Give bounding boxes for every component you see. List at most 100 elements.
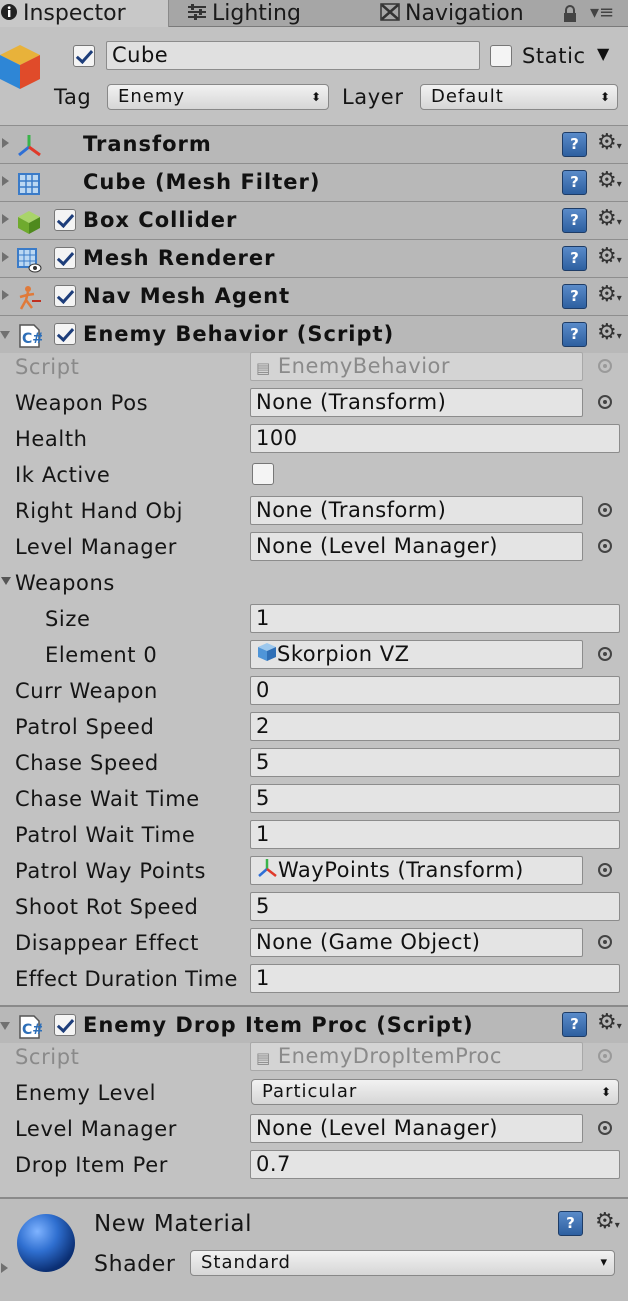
component-enemy-drop-item[interactable]: C# Enemy Drop Item Proc (Script) ? ⚙▾ <box>0 1005 628 1043</box>
patrol-way-label: Patrol Way Points <box>15 859 207 883</box>
tab-navigation-label: Navigation <box>405 1 524 26</box>
component-mesh-filter[interactable]: Cube (Mesh Filter) ? ⚙▾ <box>0 163 628 201</box>
patrol-way-value: WayPoints (Transform) <box>278 858 524 882</box>
enabled-checkbox[interactable] <box>54 209 76 231</box>
static-dropdown-icon[interactable]: ▼ <box>597 44 609 63</box>
size-field[interactable]: 1 <box>250 604 620 633</box>
foldout-arrow-icon[interactable] <box>2 176 9 186</box>
component-mesh-renderer[interactable]: Mesh Renderer ? ⚙▾ <box>0 239 628 277</box>
enemy-level-dropdown[interactable]: Particular ⬍ <box>251 1079 619 1105</box>
static-checkbox[interactable] <box>490 45 512 67</box>
enabled-checkbox[interactable] <box>54 247 76 269</box>
enabled-checkbox[interactable] <box>54 285 76 307</box>
object-picker-icon[interactable] <box>598 863 612 877</box>
gear-icon[interactable]: ⚙▾ <box>597 1012 622 1038</box>
object-name-field[interactable]: Cube <box>106 41 480 70</box>
shoot-rot-label: Shoot Rot Speed <box>15 895 199 919</box>
lock-icon[interactable] <box>563 4 577 28</box>
material-section: New Material ? ⚙▾ Shader Standard ▾ <box>0 1197 628 1301</box>
help-icon[interactable]: ? <box>562 322 587 347</box>
element0-field[interactable]: Skorpion VZ <box>250 640 583 669</box>
curr-weapon-field[interactable]: 0 <box>250 676 620 705</box>
gear-icon[interactable]: ⚙▾ <box>597 322 622 348</box>
static-label: Static <box>522 44 586 68</box>
gear-icon[interactable]: ⚙▾ <box>597 170 622 196</box>
script-icon: C# <box>16 323 44 349</box>
help-icon[interactable]: ? <box>562 208 587 233</box>
layer-dropdown[interactable]: Default ⬍ <box>420 84 618 110</box>
shader-dropdown[interactable]: Standard ▾ <box>190 1250 615 1276</box>
component-box-collider[interactable]: Box Collider ? ⚙▾ <box>0 201 628 239</box>
active-checkbox[interactable] <box>73 45 95 67</box>
foldout-arrow-icon[interactable] <box>0 331 10 339</box>
tab-lighting[interactable]: Lighting <box>187 0 301 27</box>
tag-dropdown[interactable]: Enemy ⬍ <box>107 84 329 110</box>
drop-item-label: Drop Item Per <box>15 1153 168 1177</box>
enabled-checkbox[interactable] <box>54 323 76 345</box>
object-picker-icon[interactable] <box>598 395 612 409</box>
component-nav-mesh-agent[interactable]: Nav Mesh Agent ? ⚙▾ <box>0 277 628 315</box>
object-picker-icon[interactable] <box>598 1121 612 1135</box>
object-picker-icon[interactable] <box>598 647 612 661</box>
enabled-checkbox[interactable] <box>54 1014 76 1036</box>
patrol-way-field[interactable]: WayPoints (Transform) <box>250 856 583 885</box>
help-icon[interactable]: ? <box>562 1012 587 1037</box>
weapons-foldout-icon[interactable] <box>1 577 11 585</box>
element0-label: Element 0 <box>45 643 158 667</box>
patrol-speed-field[interactable]: 2 <box>250 712 620 741</box>
object-picker-icon[interactable] <box>598 539 612 553</box>
object-picker-icon[interactable] <box>598 935 612 949</box>
foldout-arrow-icon[interactable] <box>2 290 9 300</box>
shader-value: Standard <box>201 1252 291 1273</box>
script-file-icon: ▤ <box>256 359 271 377</box>
health-field[interactable]: 100 <box>250 424 620 453</box>
help-icon[interactable]: ? <box>562 132 587 157</box>
gear-icon[interactable]: ⚙▾ <box>597 246 622 272</box>
disappear-effect-label: Disappear Effect <box>15 931 199 955</box>
foldout-arrow-icon[interactable] <box>2 214 9 224</box>
foldout-arrow-icon[interactable] <box>2 252 9 262</box>
script-label: Script <box>15 355 80 379</box>
object-picker-icon[interactable] <box>598 503 612 517</box>
updown-icon: ⬍ <box>310 90 322 104</box>
help-icon[interactable]: ? <box>562 284 587 309</box>
level-manager-field[interactable]: None (Level Manager) <box>250 532 583 561</box>
foldout-arrow-icon[interactable] <box>2 138 9 148</box>
gear-icon[interactable]: ⚙▾ <box>597 208 622 234</box>
effect-duration-field[interactable]: 1 <box>250 964 620 993</box>
chase-speed-field[interactable]: 5 <box>250 748 620 777</box>
patrol-wait-field[interactable]: 1 <box>250 820 620 849</box>
cube-object-icon <box>0 41 40 96</box>
ik-active-checkbox[interactable] <box>252 463 274 485</box>
ik-active-label: Ik Active <box>15 463 111 487</box>
material-foldout-icon[interactable] <box>1 1263 8 1273</box>
help-icon[interactable]: ? <box>562 246 587 271</box>
drop-item-field[interactable]: 0.7 <box>250 1150 620 1179</box>
component-title: Transform <box>83 132 212 156</box>
disappear-effect-field[interactable]: None (Game Object) <box>250 928 583 957</box>
level-manager-field[interactable]: None (Level Manager) <box>250 1114 583 1143</box>
svg-text:C#: C# <box>22 1022 42 1038</box>
foldout-arrow-icon[interactable] <box>0 1022 10 1030</box>
tab-lighting-label: Lighting <box>212 1 301 26</box>
tab-inspector[interactable]: Inspector <box>0 0 169 27</box>
tab-navigation[interactable]: Navigation <box>380 0 524 27</box>
weapon-pos-field[interactable]: None (Transform) <box>250 388 583 417</box>
component-transform[interactable]: Transform ? ⚙▾ <box>0 125 628 163</box>
chase-wait-field[interactable]: 5 <box>250 784 620 813</box>
size-label: Size <box>45 607 91 631</box>
right-hand-field[interactable]: None (Transform) <box>250 496 583 525</box>
shoot-rot-field[interactable]: 5 <box>250 892 620 921</box>
tab-menu-icon[interactable]: ▾≡ <box>590 2 614 23</box>
gear-icon[interactable]: ⚙▾ <box>597 132 622 158</box>
gear-icon[interactable]: ⚙▾ <box>597 284 622 310</box>
transform-icon <box>16 133 42 159</box>
weapons-label[interactable]: Weapons <box>15 571 115 595</box>
gear-icon[interactable]: ⚙▾ <box>595 1211 620 1237</box>
patrol-speed-label: Patrol Speed <box>15 715 155 739</box>
enemy-level-label: Enemy Level <box>15 1081 157 1105</box>
help-icon[interactable]: ? <box>558 1211 583 1236</box>
component-enemy-behavior[interactable]: C# Enemy Behavior (Script) ? ⚙▾ <box>0 315 628 353</box>
help-icon[interactable]: ? <box>562 170 587 195</box>
component-title: Nav Mesh Agent <box>83 284 291 308</box>
